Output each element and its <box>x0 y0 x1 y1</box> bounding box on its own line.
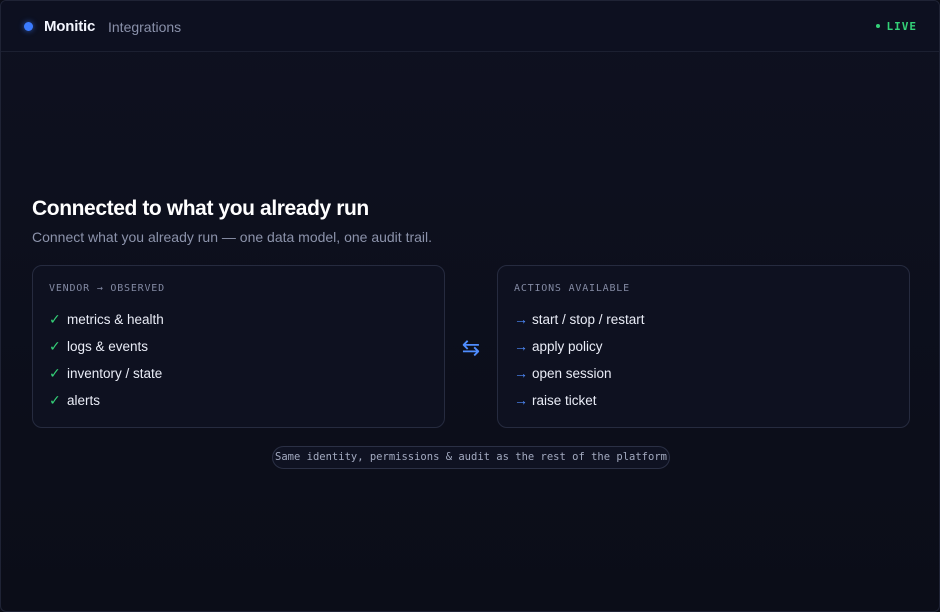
section-label: Integrations <box>108 19 182 35</box>
list-item: ✓ alerts <box>49 392 164 419</box>
app-window: Monitic Integrations LIVE Connected to w… <box>0 0 940 612</box>
actions-panel-title: ACTIONS AVAILABLE <box>514 283 630 294</box>
arrow-right-icon: → <box>514 392 528 408</box>
observed-list: ✓ metrics & health ✓ logs & events ✓ invent… <box>49 311 164 419</box>
arrow-right-icon: → <box>514 311 528 327</box>
list-item: ✓ logs & events <box>49 338 164 365</box>
live-dot-icon <box>875 24 880 28</box>
list-item-label: metrics & health <box>67 312 164 327</box>
list-item: ✓ inventory / state <box>49 365 164 392</box>
page-title: Connected to what you already run <box>32 197 369 220</box>
top-bar: Monitic Integrations LIVE <box>1 1 939 52</box>
check-icon: ✓ <box>49 311 61 327</box>
arrow-right-icon: → <box>514 338 528 354</box>
swap-arrows-icon: ⇆ <box>461 335 481 360</box>
list-item: → apply policy <box>514 338 645 365</box>
list-item-label: logs & events <box>67 339 149 354</box>
list-item: → start / stop / restart <box>514 311 645 338</box>
check-icon: ✓ <box>49 365 61 381</box>
list-item-label: apply policy <box>532 339 603 354</box>
list-item-label: inventory / state <box>67 366 163 381</box>
check-icon: ✓ <box>49 338 61 354</box>
list-item-label: raise ticket <box>532 393 597 408</box>
live-status-badge: LIVE <box>875 20 918 33</box>
check-icon: ✓ <box>49 392 61 408</box>
list-item-label: alerts <box>67 393 101 408</box>
brand-dot-icon <box>24 22 33 31</box>
actions-panel: ACTIONS AVAILABLE → start / stop / restar… <box>497 265 910 428</box>
observed-panel: VENDOR → OBSERVED ✓ metrics & health ✓ log… <box>32 265 445 428</box>
list-item: → raise ticket <box>514 392 645 419</box>
page-subtitle: Connect what you already run — one data … <box>32 229 433 245</box>
brand-name: Monitic <box>44 18 96 35</box>
observed-panel-title: VENDOR → OBSERVED <box>49 283 165 294</box>
footnote-pill: Same identity, permissions & audit as th… <box>272 446 670 469</box>
list-item: → open session <box>514 365 645 392</box>
actions-list: → start / stop / restart → apply policy → o… <box>514 311 645 419</box>
list-item: ✓ metrics & health <box>49 311 164 338</box>
live-status-label: LIVE <box>886 20 917 33</box>
list-item-label: start / stop / restart <box>532 312 645 327</box>
list-item-label: open session <box>532 366 612 381</box>
arrow-right-icon: → <box>514 365 528 381</box>
